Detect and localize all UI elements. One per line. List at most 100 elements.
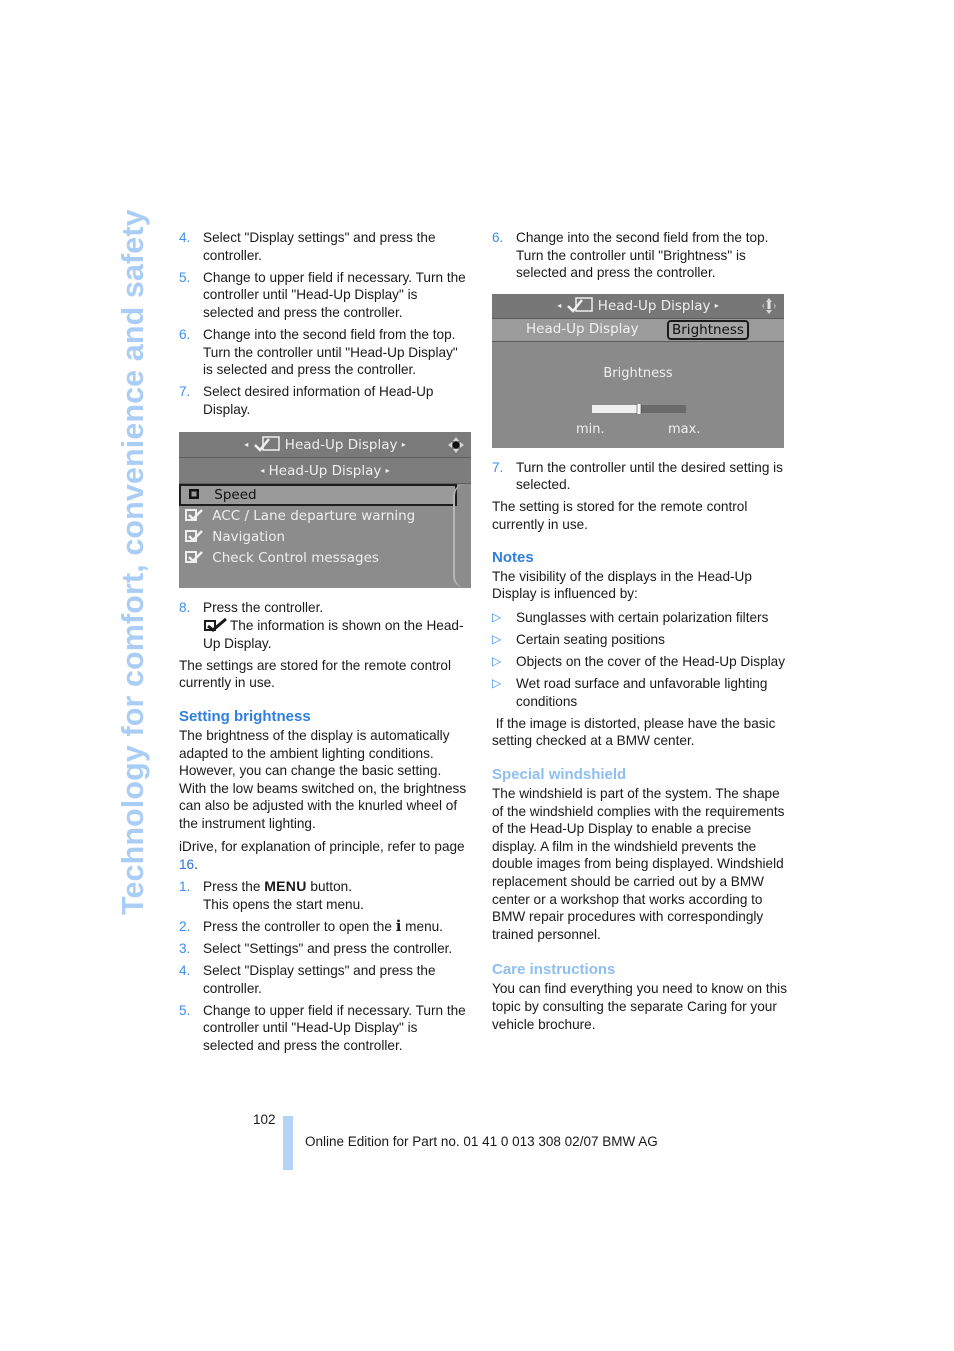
controller-icon <box>448 437 464 454</box>
step-text: Change to upper field if necessary. Turn… <box>203 1002 466 1053</box>
hud-option-acc-lane[interactable]: ACC / Lane departure warning <box>179 506 471 527</box>
step-number: 1. <box>179 879 191 895</box>
list-item: ▷ Certain seating positions <box>492 631 665 647</box>
step-text: Change to upper field if necessary. Turn… <box>203 269 466 320</box>
list-item: ▷ Objects on the cover of the Head-Up Di… <box>492 654 785 670</box>
screen-tab-bar: Head-Up Display Brightness <box>492 318 784 342</box>
step-number: 2. <box>179 918 191 934</box>
brightness-slider[interactable] <box>592 403 686 414</box>
step-number: 4. <box>179 963 191 979</box>
list-item: 7. Turn the controller until the desired… <box>492 459 787 494</box>
list-item: 8. Press the controller. The information… <box>179 599 471 652</box>
stored-note: The settings are stored for the remote c… <box>179 657 452 691</box>
checked-box-icon <box>185 509 203 522</box>
list-item: ▷ Wet road surface and unfavorable light… <box>492 676 768 709</box>
idrive-reference: iDrive, for explanation of principle, re… <box>179 839 465 873</box>
page-number: 102 <box>253 1112 276 1127</box>
checked-box-icon <box>204 618 227 632</box>
arrow-right-icon: ▸ <box>401 440 406 450</box>
arrow-left-icon: ◂ <box>557 300 562 310</box>
screen-top-title: ◂ Head-Up Display ▸ <box>244 436 406 454</box>
list-item: 5. Change to upper field if necessary. T… <box>179 269 471 322</box>
screen-second-bar: ◂ Head-Up Display ▸ <box>179 458 471 485</box>
controller-updown-icon <box>762 297 776 314</box>
step-text: Change into the second field from the to… <box>203 326 458 378</box>
list-item: 4. Select "Display settings" and press t… <box>179 229 471 264</box>
notes-outro: If the image is distorted, please have t… <box>492 715 780 749</box>
tab-brightness[interactable]: Brightness <box>667 319 749 340</box>
arrow-left-icon: ◂ <box>244 440 249 450</box>
list-item: 6. Change into the second field from the… <box>179 326 471 379</box>
step-text: Select "Display settings" and press the … <box>203 230 436 263</box>
step-text: Turn the controller until the desired se… <box>516 459 783 493</box>
section-heading-care-instructions: Care instructions <box>492 961 616 979</box>
min-label: min. <box>576 421 605 437</box>
hud-option-navigation[interactable]: Navigation <box>179 527 471 548</box>
triangle-bullet-icon: ▷ <box>492 676 502 691</box>
menu-button-icon: MENU <box>264 878 307 895</box>
list-item: ▷ Sunglasses with certain polarization f… <box>492 609 769 625</box>
footer-accent-bar <box>283 1116 293 1170</box>
step-subtext: This opens the start menu. <box>203 896 364 912</box>
hud-check-icon <box>566 297 593 313</box>
right-column: 6. Change into the second field from the… <box>492 229 787 1038</box>
screen-top-bar: ◂ Head-Up Display ▸ <box>179 432 471 459</box>
checked-box-icon <box>185 530 203 543</box>
step-text: Select "Settings" and press the controll… <box>203 940 453 956</box>
hud-check-icon <box>253 436 280 453</box>
tab-head-up-display[interactable]: Head-Up Display <box>526 321 639 339</box>
list-item: 1. Press the MENU button. This opens the… <box>179 878 364 912</box>
left-column: 4. Select "Display settings" and press t… <box>179 229 471 1059</box>
hud-option-check-control[interactable]: Check Control messages <box>179 548 471 569</box>
step-number: 3. <box>179 940 191 956</box>
brightness-label: Brightness <box>603 365 673 381</box>
hud-brightness-screenshot: ◂ Head-Up Display ▸ Head-Up Display Brig… <box>492 293 784 448</box>
list-item: 4. Select "Display settings" and press t… <box>179 962 471 997</box>
checked-box-icon <box>185 551 203 564</box>
list-item: 3. Select "Settings" and press the contr… <box>179 940 471 958</box>
arrow-right-icon: ▸ <box>385 466 390 476</box>
list-item: 6. Change into the second field from the… <box>492 229 787 282</box>
step-text: Select desired information of Head-Up Di… <box>203 384 434 417</box>
max-label: max. <box>668 421 701 437</box>
step-text: Press the controller. <box>203 600 324 616</box>
step-number: 5. <box>179 269 191 285</box>
step-text: Select "Display settings" and press the … <box>203 963 436 996</box>
step-number: 7. <box>179 384 191 400</box>
step-number: 4. <box>179 230 191 245</box>
hud-option-speed[interactable]: Speed <box>179 484 457 507</box>
notes-intro: The visibility of the displays in the He… <box>492 568 752 602</box>
edition-info: Online Edition for Part no. 01 41 0 013 … <box>305 1134 658 1149</box>
screen-top-bar: ◂ Head-Up Display ▸ <box>492 293 784 319</box>
triangle-bullet-icon: ▷ <box>492 609 502 624</box>
screen-top-title: ◂ Head-Up Display ▸ <box>557 297 719 314</box>
scroll-indicator <box>453 484 465 589</box>
step-number: 8. <box>179 600 191 616</box>
unchecked-box-icon <box>189 489 199 500</box>
step-number: 6. <box>179 326 191 342</box>
care-paragraph: You can find everything you need to know… <box>492 981 787 1032</box>
screen-second-title: ◂ Head-Up Display ▸ <box>260 463 390 480</box>
list-item: 7. Select desired information of Head-Up… <box>179 383 471 418</box>
step-number: 6. <box>492 230 504 245</box>
chapter-side-title: Technology for comfort, convenience and … <box>116 209 150 915</box>
windshield-paragraph: The windshield is part of the system. Th… <box>492 786 785 942</box>
step-number: 7. <box>492 459 504 475</box>
list-item: 5. Change to upper field if necessary. T… <box>179 1002 471 1055</box>
triangle-bullet-icon: ▷ <box>492 631 502 646</box>
slider-handle <box>636 403 642 414</box>
section-heading-setting-brightness: Setting brightness <box>179 707 311 725</box>
hud-info-list: Speed ACC / Lane departure warning Navig… <box>179 484 471 569</box>
step-number: 5. <box>179 1002 191 1018</box>
slider-fill <box>592 404 639 413</box>
section-heading-notes: Notes <box>492 548 534 566</box>
step-subtext: The information is shown on the Head-Up … <box>203 618 464 651</box>
brightness-paragraph: The brightness of the display is automat… <box>179 727 467 831</box>
stored-note: The setting is stored for the remote con… <box>492 499 748 533</box>
page-link[interactable]: 16 <box>179 857 194 872</box>
hud-settings-screenshot: ◂ Head-Up Display ▸ ◂ Head-Up Display ▸ <box>179 432 471 589</box>
slider-track <box>639 404 686 413</box>
step-text: Change into the second field from the to… <box>516 230 769 281</box>
list-item: 2. Press the controller to open the i me… <box>179 916 443 935</box>
arrow-right-icon: ▸ <box>714 300 719 310</box>
